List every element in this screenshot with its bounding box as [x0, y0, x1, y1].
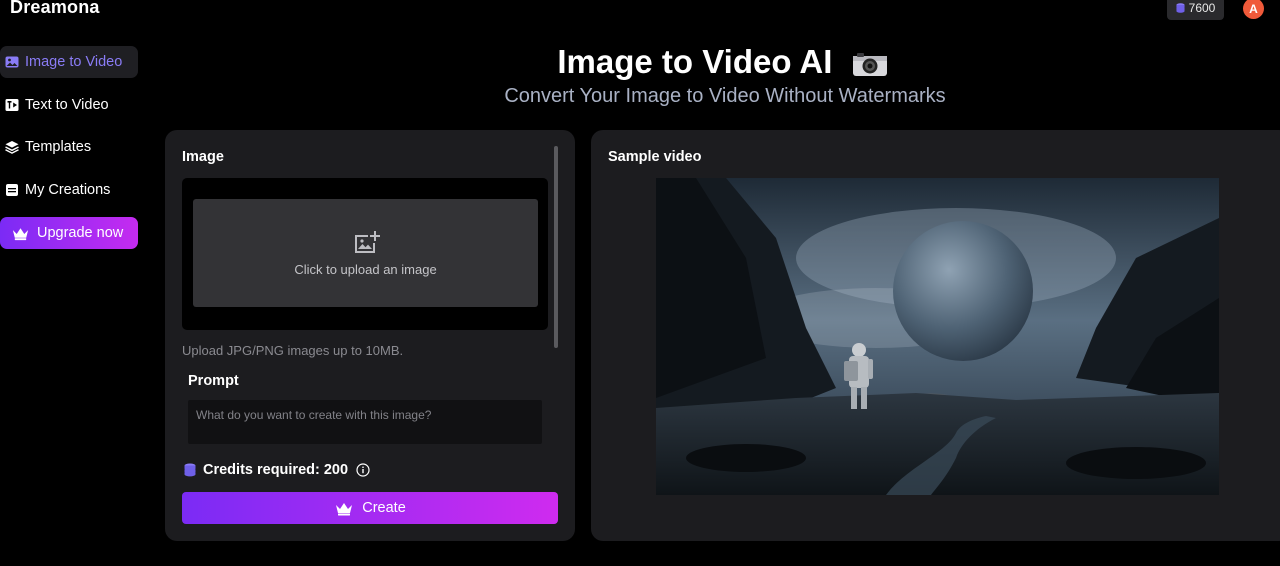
add-image-icon	[354, 230, 380, 253]
crown-icon	[12, 227, 29, 240]
credits-count: 7600	[1188, 1, 1216, 15]
image-upload-dropzone[interactable]: Click to upload an image	[193, 199, 538, 307]
crown-icon	[336, 502, 353, 515]
image-label: Image	[182, 149, 224, 165]
prompt-input[interactable]	[188, 400, 542, 444]
sample-video-player[interactable]	[656, 178, 1219, 495]
archive-icon	[6, 184, 18, 196]
credits-balance[interactable]: 7600	[1167, 0, 1224, 20]
panel-scrollbar[interactable]	[554, 146, 558, 348]
coin-stack-icon	[1176, 3, 1185, 13]
credits-required: Credits required: 200	[184, 462, 370, 478]
upload-instruction: Click to upload an image	[294, 261, 437, 277]
sample-video-thumbnail	[656, 178, 1219, 495]
coin-stack-icon	[184, 463, 196, 477]
upgrade-label: Upgrade now	[37, 225, 124, 241]
upload-panel: Image Click to upload an image Upload JP…	[165, 130, 575, 541]
page-subtitle: Convert Your Image to Video Without Wate…	[504, 85, 946, 107]
sidebar-item-templates[interactable]: Templates	[0, 131, 138, 163]
page-title: Image to Video AI	[0, 43, 1280, 81]
credits-required-text: Credits required: 200	[203, 462, 349, 478]
sidebar-item-label: My Creations	[25, 182, 111, 198]
camera-icon	[852, 53, 887, 77]
page-title-text: Image to Video AI	[557, 43, 833, 80]
user-avatar[interactable]: A	[1243, 0, 1264, 19]
create-label: Create	[362, 500, 406, 516]
sample-panel: Sample video	[591, 130, 1280, 541]
sidebar-item-my-creations[interactable]: My Creations	[0, 174, 138, 206]
sidebar-item-label: Templates	[25, 139, 92, 155]
upload-frame: Click to upload an image	[182, 178, 548, 330]
info-icon[interactable]	[356, 463, 370, 477]
app-logo[interactable]: Dreamona	[10, 0, 100, 18]
upgrade-button[interactable]: Upgrade now	[0, 217, 138, 249]
prompt-label: Prompt	[188, 373, 239, 389]
create-button[interactable]: Create	[182, 492, 558, 524]
upload-hint: Upload JPG/PNG images up to 10MB.	[182, 343, 404, 358]
layers-icon	[5, 141, 19, 154]
sample-video-label: Sample video	[608, 149, 702, 165]
